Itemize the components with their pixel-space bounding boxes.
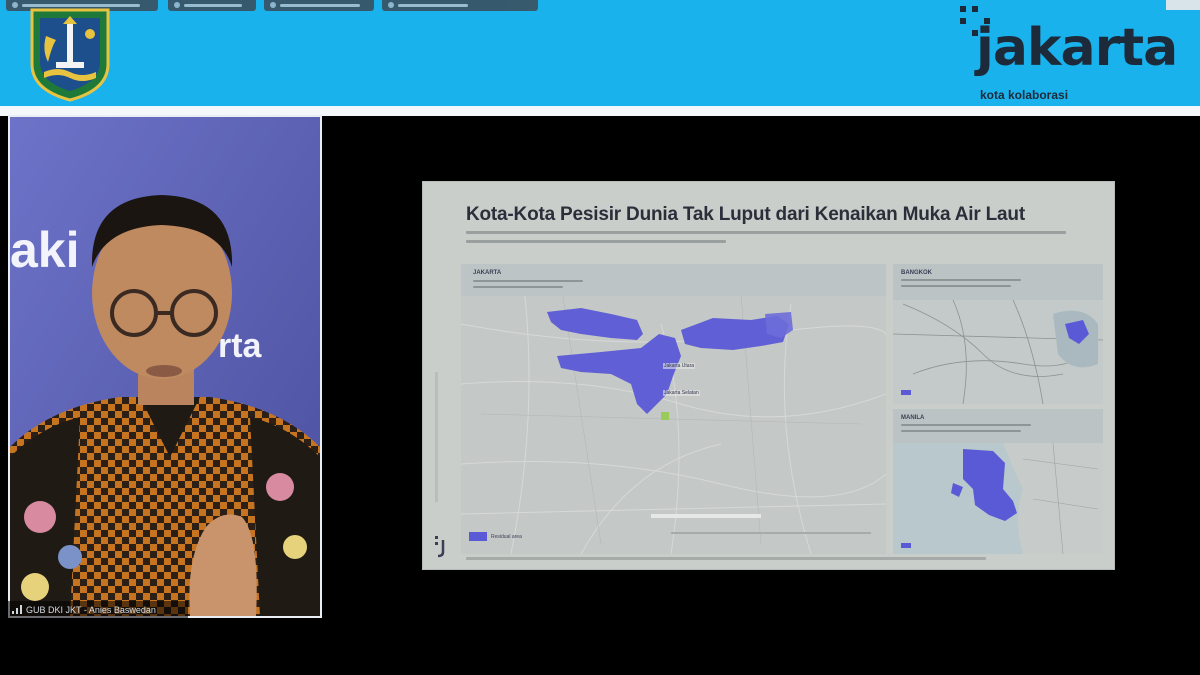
jakarta-brand-logo: jakarta kota kolaborasi	[958, 4, 1198, 104]
slide-title: Kota-Kota Pesisir Dunia Tak Luput dari K…	[466, 204, 1025, 225]
legend-swatch	[469, 532, 487, 541]
participant-video-tile[interactable]: aki rta	[8, 115, 322, 618]
inset-1-caption	[901, 279, 1021, 281]
slide-subtitle-text	[466, 231, 1076, 253]
participant-name-bar: GUB DKI JKT - Anies Baswedan	[8, 601, 188, 618]
participant-video: aki rta	[10, 117, 320, 616]
toolbar-button-record[interactable]	[264, 0, 374, 11]
flood-area-far-east	[765, 312, 793, 338]
background-logo-text: aki	[10, 222, 80, 278]
inset-2-caption	[901, 424, 1031, 426]
shared-screen-slide[interactable]: Kota-Kota Pesisir Dunia Tak Luput dari K…	[422, 181, 1115, 570]
toolbar-button-share[interactable]	[168, 0, 256, 11]
signal-bars-icon	[12, 605, 22, 614]
main-map-jakarta: JAKARTA Jakarta Utara Jakarta Selatan Re…	[461, 264, 886, 554]
inset-2-label: MANILA	[901, 415, 925, 421]
main-map-caption	[473, 280, 583, 282]
slide-logo-icon	[435, 536, 445, 558]
brand-tagline: kota kolaborasi	[980, 88, 1069, 102]
inset-1-caption-2	[901, 285, 1011, 287]
inset-map-bangkok: BANGKOK	[893, 264, 1103, 404]
main-map-caption-2	[473, 286, 563, 288]
place-label-jakarta-selatan: Jakarta Selatan	[663, 390, 700, 396]
jakarta-crest-icon	[30, 8, 110, 102]
inset-1-label: BANGKOK	[901, 270, 932, 276]
slide-source-note	[466, 557, 986, 560]
inset-2-caption-2	[901, 430, 1021, 432]
flood-area-central	[557, 334, 681, 414]
place-label-jakarta-utara: Jakarta Utara	[663, 363, 696, 369]
background-logo-text-2: rta	[218, 327, 263, 365]
legend-label: Residual area	[491, 534, 522, 540]
inset-map-manila: MANILA	[893, 409, 1103, 554]
participant-name: GUB DKI JKT - Anies Baswedan	[26, 604, 156, 615]
brand-wordmark: jakarta	[976, 18, 1178, 78]
main-map-label: JAKARTA	[473, 270, 502, 276]
slide-side-note	[435, 372, 438, 502]
flood-area-west	[547, 308, 643, 340]
toolbar-button-reactions[interactable]	[382, 0, 538, 11]
